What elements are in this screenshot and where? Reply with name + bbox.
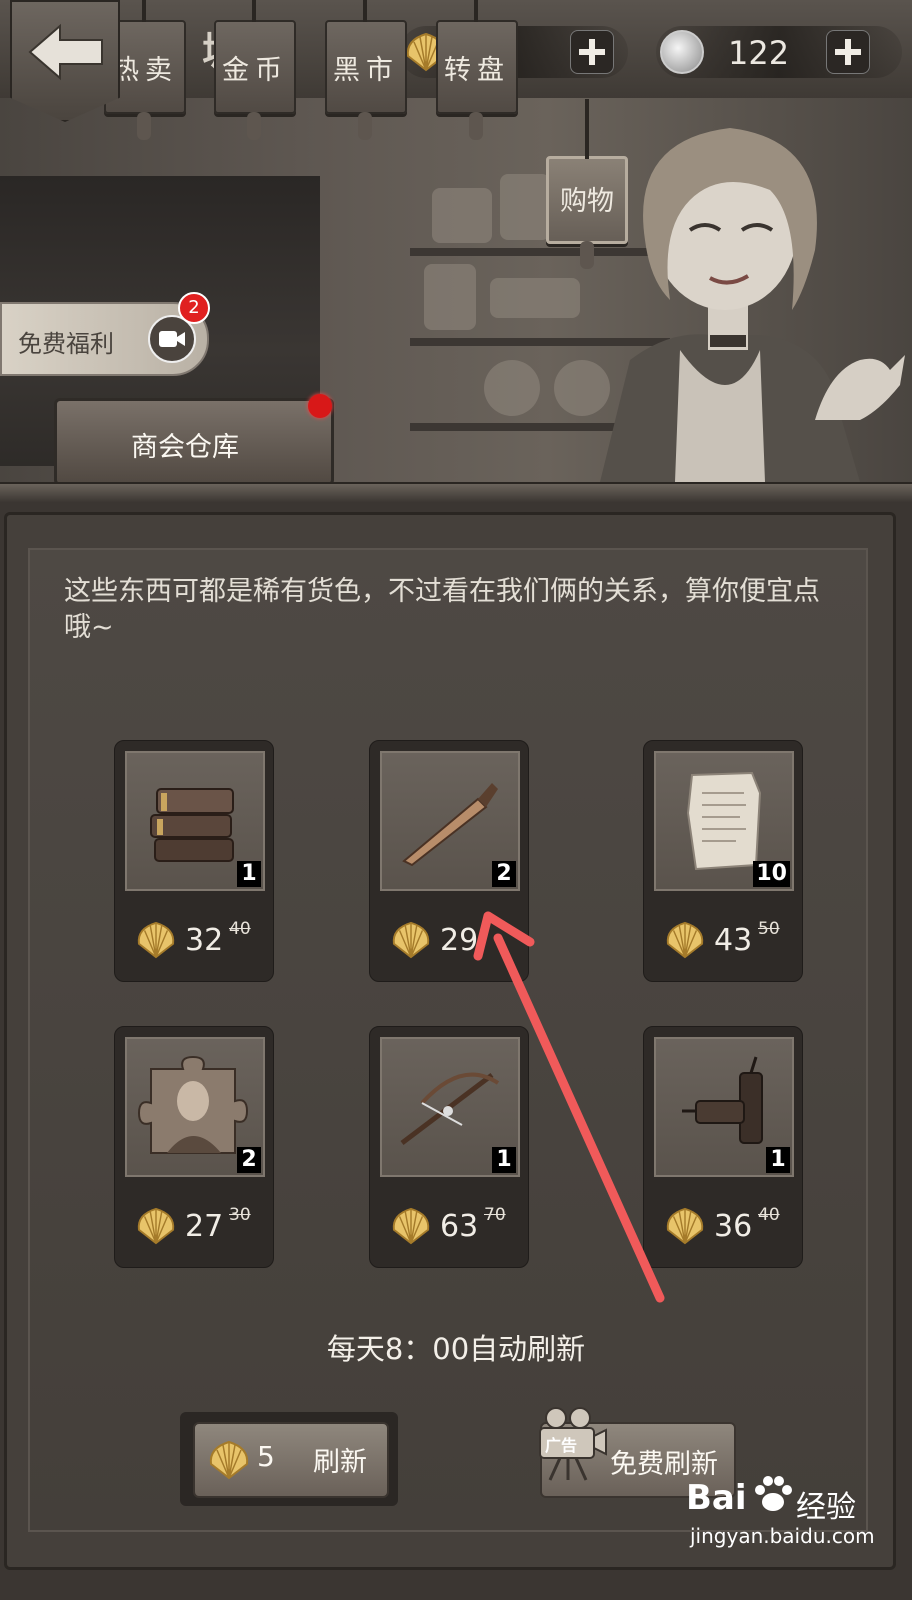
- paid-refresh-button[interactable]: 5 刷新: [193, 1422, 389, 1498]
- shell-icon: [392, 1207, 430, 1245]
- item-quantity: 2: [237, 1147, 261, 1173]
- back-button[interactable]: [10, 0, 120, 122]
- shop-item-crossbow[interactable]: 1 63 70: [369, 1026, 529, 1268]
- refresh-label: 刷新: [313, 1447, 367, 1478]
- item-price: 29: [440, 923, 479, 958]
- shop-item-books[interactable]: 1 32 40: [114, 740, 274, 982]
- coin-currency: 122: [656, 26, 902, 78]
- shop-item-paper[interactable]: 10 43 50: [643, 740, 803, 982]
- item-price: 36: [714, 1209, 753, 1244]
- warehouse-button[interactable]: 商会仓库: [54, 398, 334, 486]
- item-old-price: 30: [229, 1205, 251, 1225]
- dynamite-icon: 1: [654, 1037, 794, 1177]
- tab-black-market-label: 黑市: [333, 55, 399, 86]
- warehouse-notification-dot: [308, 394, 332, 418]
- notification-badge: 2: [178, 292, 210, 324]
- tab-black-market[interactable]: 黑市: [325, 0, 407, 140]
- shopkeeper-dialogue: 这些东西可都是稀有货色，不过看在我们俩的关系，算你便宜点哦~: [64, 576, 820, 643]
- tab-wheel[interactable]: 转盘: [436, 0, 518, 140]
- ad-label: 广告: [545, 1436, 578, 1455]
- shop-item-dagger[interactable]: 2 29: [369, 740, 529, 982]
- add-coins-button[interactable]: [826, 30, 870, 74]
- shop-item-puzzle[interactable]: 2 27 30: [114, 1026, 274, 1268]
- dagger-icon: 2: [380, 751, 520, 891]
- back-arrow-icon: [28, 23, 103, 81]
- item-price: 63: [440, 1209, 479, 1244]
- shopkeeper-character: [600, 128, 905, 482]
- auto-refresh-note: 每天8：00自动刷新: [326, 1332, 586, 1366]
- item-old-price: 40: [229, 919, 251, 939]
- warehouse-label: 商会仓库: [131, 432, 239, 463]
- paw-icon: [755, 1476, 792, 1511]
- item-quantity: 1: [766, 1147, 790, 1173]
- item-old-price: 40: [758, 1205, 780, 1225]
- shell-icon: [137, 921, 175, 959]
- watermark-brand-cn: 经验: [796, 1490, 856, 1525]
- item-quantity: 1: [492, 1147, 516, 1173]
- add-shells-button[interactable]: [570, 30, 614, 74]
- item-quantity: 2: [492, 861, 516, 887]
- item-quantity: 10: [753, 861, 790, 887]
- shell-icon: [137, 1207, 175, 1245]
- puzzle-portrait-icon: 2: [125, 1037, 265, 1177]
- books-icon: 1: [125, 751, 265, 891]
- watermark-brand: Bai: [686, 1478, 747, 1518]
- jar: [424, 264, 476, 330]
- item-price: 27: [185, 1209, 224, 1244]
- watermark-url: jingyan.baidu.com: [690, 1524, 875, 1548]
- free-bonus-label: 免费福利: [18, 330, 114, 358]
- jar: [500, 174, 550, 240]
- baidu-watermark: Bai 经验 jingyan.baidu.com: [686, 1472, 896, 1562]
- item-quantity: 1: [237, 861, 261, 887]
- shell-icon: [666, 1207, 704, 1245]
- item-old-price: 70: [484, 1205, 506, 1225]
- tab-coins-label: 金币: [222, 55, 288, 86]
- shell-icon: [209, 1440, 249, 1480]
- tab-wheel-label: 转盘: [444, 55, 510, 86]
- scene-beam: [0, 482, 912, 502]
- shop-item-dynamite[interactable]: 1 36 40: [643, 1026, 803, 1268]
- item-old-price: 50: [758, 919, 780, 939]
- item-price: 32: [185, 923, 224, 958]
- refresh-cost: 5: [257, 1440, 275, 1473]
- jar: [484, 360, 540, 416]
- paper-icon: 10: [654, 751, 794, 891]
- shell-icon: [666, 921, 704, 959]
- jar: [432, 188, 492, 243]
- shell-icon: [392, 921, 430, 959]
- coin-count: 122: [728, 34, 790, 72]
- free-bonus-button[interactable]: 免费福利: [0, 302, 209, 376]
- coin-icon: [660, 30, 704, 74]
- tab-coins[interactable]: 金币: [214, 0, 296, 140]
- item-price: 43: [714, 923, 753, 958]
- crossbow-icon: 1: [380, 1037, 520, 1177]
